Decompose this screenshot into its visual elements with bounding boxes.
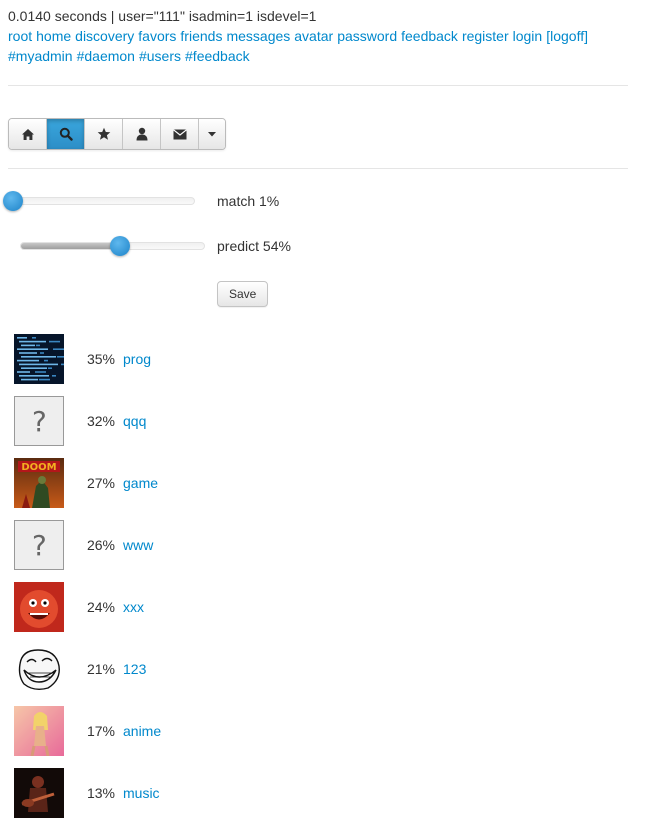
home-button[interactable]	[9, 119, 47, 149]
hashtag-link[interactable]: #myadmin	[8, 48, 73, 64]
save-button[interactable]: Save	[217, 281, 269, 307]
match-percent: 21%	[86, 661, 115, 677]
isadmin-text: isadmin=1	[188, 8, 254, 24]
svg-text:?: ?	[31, 405, 48, 438]
match-slider[interactable]	[2, 191, 195, 211]
nav-link[interactable]: messages	[226, 28, 290, 44]
code-screen-thumbnail[interactable]	[14, 334, 64, 384]
caret-down-icon	[208, 132, 216, 137]
divider	[8, 85, 628, 86]
nav-link[interactable]: register	[462, 28, 509, 44]
messages-button[interactable]	[161, 119, 199, 149]
divider	[8, 168, 628, 169]
predict-label: predict 54%	[217, 238, 291, 254]
question-mark-placeholder[interactable]: ?	[14, 520, 64, 570]
match-percent: 17%	[86, 723, 115, 739]
tag-links: #myadmin #daemon #users #feedback	[8, 46, 642, 66]
dropdown-toggle[interactable]	[199, 119, 225, 149]
match-percent: 35%	[86, 351, 115, 367]
match-percent: 26%	[86, 537, 115, 553]
envelope-icon	[172, 128, 187, 139]
match-slider-handle[interactable]	[2, 191, 23, 211]
rage-face-thumbnail[interactable]	[14, 582, 64, 632]
favorites-button[interactable]	[85, 119, 123, 149]
nav-link[interactable]: discovery	[75, 28, 134, 44]
isdevel-text: isdevel=1	[256, 8, 317, 24]
svg-text:?: ?	[31, 529, 48, 562]
nav-link[interactable]: password	[337, 28, 397, 44]
user-button[interactable]	[123, 119, 161, 149]
home-icon	[21, 128, 34, 140]
tag-name-link[interactable]: music	[123, 785, 160, 801]
nav-link[interactable]: [logoff]	[546, 28, 588, 44]
debug-line: 0.0140 seconds | user="111" isadmin=1 is…	[8, 6, 642, 26]
match-percent: 32%	[86, 413, 115, 429]
predict-slider-fill	[21, 243, 120, 249]
question-mark-placeholder[interactable]: ?	[14, 396, 64, 446]
nav-link[interactable]: friends	[180, 28, 222, 44]
hashtag-link[interactable]: #feedback	[185, 48, 250, 64]
tag-name-link[interactable]: 123	[123, 661, 146, 677]
tag-name-link[interactable]: game	[123, 475, 158, 491]
hashtag-link[interactable]: #daemon	[77, 48, 135, 64]
svg-text:DOOM: DOOM	[21, 462, 56, 473]
nav-link[interactable]: root	[8, 28, 32, 44]
user-text: user="111"	[118, 8, 185, 24]
nav-link[interactable]: avatar	[294, 28, 333, 44]
timing-text: 0.0140 seconds	[8, 8, 107, 24]
toolbar	[8, 118, 226, 150]
guitarist-thumbnail[interactable]	[14, 768, 64, 818]
user-icon	[136, 127, 147, 141]
search-button[interactable]	[47, 119, 85, 149]
tag-name-link[interactable]: anime	[123, 723, 161, 739]
nav-link[interactable]: favors	[138, 28, 176, 44]
anime-girl-thumbnail[interactable]	[14, 706, 64, 756]
tag-name-link[interactable]: xxx	[123, 599, 144, 615]
predict-slider-row: predict 54%	[10, 236, 291, 256]
match-percent: 24%	[86, 599, 115, 615]
hashtag-link[interactable]: #users	[139, 48, 181, 64]
tag-name-link[interactable]: qqq	[123, 413, 146, 429]
tag-name-link[interactable]: prog	[123, 351, 151, 367]
star-icon	[97, 127, 110, 140]
nav-link[interactable]: login	[513, 28, 543, 44]
nav-link[interactable]: feedback	[401, 28, 458, 44]
nav-link[interactable]: home	[36, 28, 71, 44]
search-icon	[59, 127, 73, 141]
nav-links: root home discovery favors friends messages av…	[8, 26, 642, 46]
match-percent: 13%	[86, 785, 115, 801]
trollface-thumbnail[interactable]	[14, 644, 64, 694]
tag-name-link[interactable]: www	[123, 537, 153, 553]
match-slider-row: match 1%	[2, 191, 279, 211]
predict-slider[interactable]	[20, 236, 205, 256]
predict-slider-handle[interactable]	[109, 236, 130, 256]
match-percent: 27%	[86, 475, 115, 491]
doom-cover-thumbnail[interactable]: DOOM	[14, 458, 64, 508]
debug-separator: |	[110, 8, 115, 24]
match-label: match 1%	[217, 193, 280, 209]
